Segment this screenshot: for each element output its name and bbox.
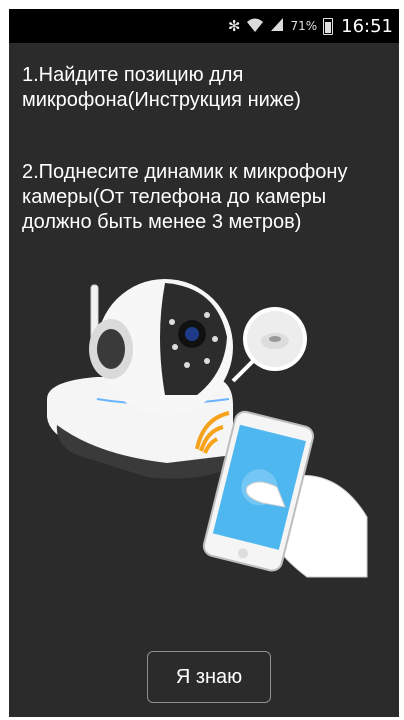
instruction-step-1: 1.Найдите позицию для микрофона(Инструкц… [22, 64, 301, 111]
status-icons: ✻ 71% 16:51 [228, 9, 393, 43]
wifi-icon [246, 17, 264, 36]
bluetooth-icon: ✻ [227, 16, 241, 35]
instructions: 1.Найдите позицию для микрофона(Инструкц… [22, 63, 389, 282]
signal-icon [270, 17, 284, 35]
clock: 16:51 [341, 15, 393, 37]
camera-phone-illustration: ((•)) [47, 279, 368, 578]
instruction-step-2: 2.Поднесите динамик к микрофону камеры(О… [22, 161, 348, 233]
battery-icon [323, 17, 334, 35]
status-bar: ✻ 71% 16:51 [9, 9, 399, 43]
screen: ✻ 71% 16:51 1.Найдите позицию для микроф… [9, 9, 399, 717]
microphone-callout [231, 307, 307, 383]
battery-percent: 71% [290, 19, 318, 33]
confirm-button[interactable]: Я знаю [147, 651, 271, 703]
